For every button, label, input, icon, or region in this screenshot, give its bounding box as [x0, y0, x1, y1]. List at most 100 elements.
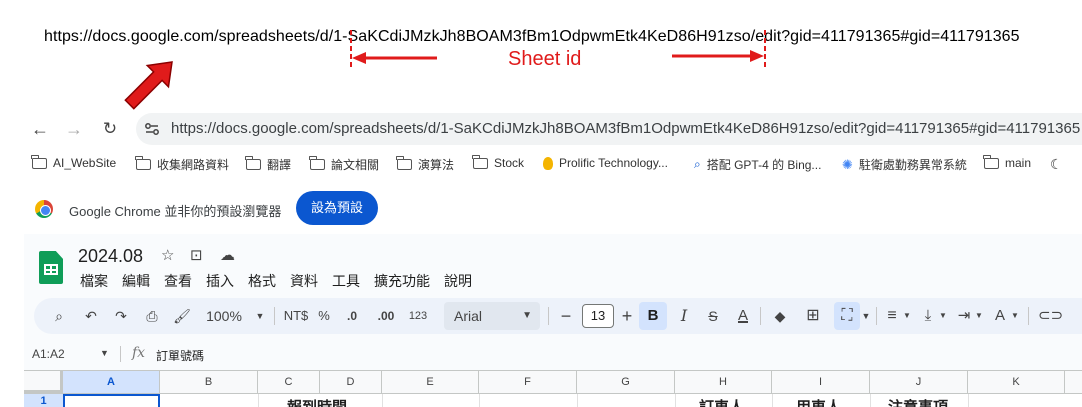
cell-i1[interactable]: 用車人 — [796, 396, 841, 407]
decrease-font-size-icon[interactable]: − — [556, 298, 576, 334]
address-bar[interactable]: https://docs.google.com/spreadsheets/d/1… — [136, 113, 1082, 145]
chevron-down-icon[interactable]: ▼ — [902, 298, 912, 334]
increase-decimal-button[interactable]: .00 — [372, 298, 400, 334]
menu-insert[interactable]: 插入 — [206, 271, 234, 291]
currency-format-button[interactable]: NT$ — [282, 298, 310, 334]
grid-line — [382, 394, 383, 407]
link-icon[interactable]: ⊂⊃ — [1038, 298, 1063, 334]
chevron-down-icon[interactable]: ▼ — [938, 298, 948, 334]
formula-input[interactable]: 訂單號碼 — [156, 347, 204, 364]
grid-line — [577, 394, 578, 407]
bookmark-main[interactable]: main — [983, 154, 1031, 170]
cell-c1[interactable]: 報到時間 — [287, 396, 347, 407]
column-header-h[interactable]: H — [675, 371, 772, 393]
cell-h1[interactable]: 訂車人 — [699, 396, 744, 407]
bookmark-collect-data[interactable]: 收集網路資料 — [135, 156, 229, 173]
horizontal-align-icon[interactable]: ≡ — [882, 298, 902, 334]
menu-edit[interactable]: 編輯 — [122, 271, 150, 291]
bookmark-prolific[interactable]: Prolific Technology... — [543, 156, 668, 170]
document-title[interactable]: 2024.08 — [78, 246, 143, 267]
bold-button[interactable]: B — [639, 302, 667, 330]
selected-cell-a1[interactable] — [63, 394, 160, 407]
grid-line — [772, 394, 773, 407]
bookmark-label: Prolific Technology... — [559, 156, 668, 170]
bookmark-bing[interactable]: ⌕ 搭配 GPT-4 的 Bing... — [694, 156, 821, 173]
cell-j1[interactable]: 注意事項 — [888, 396, 948, 407]
vertical-align-icon[interactable]: ⤓ — [918, 298, 938, 334]
column-header-j[interactable]: J — [870, 371, 968, 393]
italic-button[interactable]: I — [674, 298, 694, 334]
folder-icon — [31, 154, 47, 169]
cloud-status-icon[interactable]: ☁ — [220, 246, 235, 264]
column-header-f[interactable]: F — [479, 371, 577, 393]
bookmark-stock[interactable]: Stock — [472, 154, 524, 170]
bookmark-duty-system[interactable]: ✺ 駐衛處勤務異常系統 — [842, 156, 967, 173]
forward-arrow-icon[interactable]: → — [62, 117, 86, 141]
more-formats-button[interactable]: 123 — [406, 298, 430, 334]
toolbar-divider — [760, 307, 761, 325]
table-row: 1 報到時間 訂車人 用車人 注意事項 — [24, 394, 1082, 407]
bookmark-papers[interactable]: 論文相關 — [309, 156, 379, 173]
text-color-button[interactable]: A — [732, 298, 754, 334]
address-url[interactable]: https://docs.google.com/spreadsheets/d/1… — [171, 120, 1080, 137]
paint-format-icon[interactable]: 🖌 — [170, 298, 194, 334]
toolbar-divider — [274, 307, 275, 325]
column-header-a[interactable]: A — [63, 371, 160, 393]
column-header-e[interactable]: E — [382, 371, 479, 393]
search-menus-icon[interactable]: ⌕ — [48, 298, 70, 334]
print-icon[interactable]: ⎙ — [140, 298, 164, 334]
undo-icon[interactable]: ↶ — [80, 298, 102, 334]
back-arrow-icon[interactable]: ← — [28, 117, 52, 141]
overflow-icon[interactable]: ☾ — [1050, 156, 1063, 173]
star-icon[interactable]: ☆ — [161, 246, 174, 264]
percent-format-button[interactable]: % — [316, 298, 332, 334]
menu-view[interactable]: 查看 — [164, 271, 192, 291]
font-family-select[interactable]: Arial ▼ — [444, 302, 540, 330]
menu-data[interactable]: 資料 — [290, 271, 318, 291]
reload-icon[interactable]: ↻ — [98, 117, 122, 141]
bookmark-algorithms[interactable]: 演算法 — [396, 156, 454, 173]
chevron-down-icon[interactable]: ▼ — [974, 298, 984, 334]
column-header-g[interactable]: G — [577, 371, 675, 393]
menu-format[interactable]: 格式 — [248, 271, 276, 291]
zoom-select[interactable]: 100% — [204, 298, 244, 334]
fill-color-icon[interactable]: ◆ — [768, 298, 792, 334]
strikethrough-button[interactable]: S — [702, 298, 724, 334]
toolbar-divider — [876, 307, 877, 325]
menu-extensions[interactable]: 擴充功能 — [374, 271, 430, 291]
increase-font-size-icon[interactable]: + — [618, 298, 636, 334]
address-row: ← → ↻ https://docs.google.com/spreadshee… — [0, 110, 1082, 148]
font-size-input[interactable]: 13 — [582, 304, 614, 328]
sheets-app: 2024.08 ☆ ⊡ ☁ 檔案 編輯 查看 插入 格式 資料 工具 擴充功能 … — [24, 234, 1082, 407]
chevron-down-icon[interactable]: ▼ — [254, 298, 266, 334]
merge-cells-icon[interactable]: ⛶ — [834, 302, 860, 330]
column-header-k[interactable]: K — [968, 371, 1065, 393]
menu-tools[interactable]: 工具 — [332, 271, 360, 291]
chevron-down-icon[interactable]: ▼ — [100, 348, 109, 358]
borders-icon[interactable]: ⊞ — [802, 298, 824, 334]
column-header-d[interactable]: D — [320, 371, 382, 393]
sheets-logo-icon[interactable] — [39, 251, 63, 284]
site-info-icon[interactable] — [144, 121, 160, 137]
menu-file[interactable]: 檔案 — [80, 271, 108, 291]
column-header-i[interactable]: I — [772, 371, 870, 393]
column-header-c[interactable]: C — [258, 371, 320, 393]
column-header-b[interactable]: B — [160, 371, 258, 393]
bookmark-translate[interactable]: 翻譯 — [245, 156, 291, 173]
grid-line — [968, 394, 969, 407]
text-wrapping-icon[interactable]: ⇥ — [954, 298, 974, 334]
text-rotation-icon[interactable]: A — [990, 298, 1010, 334]
set-default-button[interactable]: 設為預設 — [296, 191, 378, 225]
decrease-decimal-button[interactable]: .0 — [340, 298, 364, 334]
move-folder-icon[interactable]: ⊡ — [190, 246, 203, 264]
chevron-down-icon[interactable]: ▼ — [860, 298, 872, 334]
chevron-down-icon: ▼ — [522, 310, 532, 321]
menu-help[interactable]: 說明 — [444, 271, 472, 291]
bookmark-ai-website[interactable]: AI_WebSite — [31, 154, 116, 170]
chevron-down-icon[interactable]: ▼ — [1010, 298, 1020, 334]
redo-icon[interactable]: ↷ — [110, 298, 132, 334]
toolbar: ⌕ ↶ ↷ ⎙ 🖌 100% ▼ NT$ % .0 .00 123 Arial … — [34, 298, 1082, 334]
name-box[interactable]: A1:A2 — [32, 347, 65, 361]
row-header-1[interactable]: 1 — [24, 394, 63, 407]
select-all-corner[interactable] — [24, 371, 63, 393]
